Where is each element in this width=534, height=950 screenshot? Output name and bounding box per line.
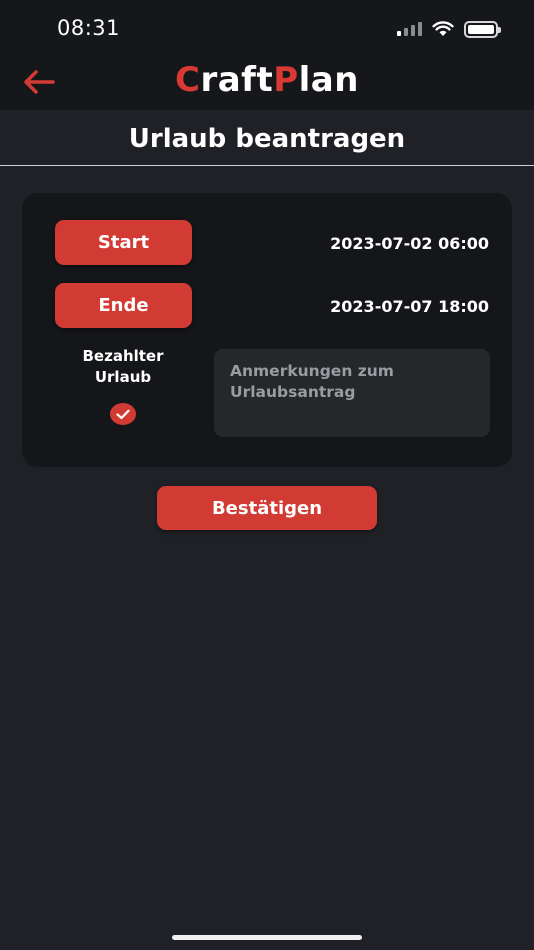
- top-bar: 08:31 CraftPlan: [0, 0, 534, 110]
- end-button[interactable]: Ende: [55, 283, 192, 328]
- wifi-icon: [432, 21, 454, 36]
- confirm-button[interactable]: Bestätigen: [157, 486, 377, 530]
- page-title: Urlaub beantragen: [128, 124, 406, 154]
- status-icons: [397, 18, 501, 40]
- checkmark-icon: [116, 409, 130, 419]
- paid-vacation-checkbox[interactable]: [110, 403, 136, 425]
- app-logo: CraftPlan: [175, 60, 359, 100]
- title-divider: [0, 165, 534, 166]
- status-time: 08:31: [57, 16, 121, 40]
- battery-icon: [464, 20, 501, 38]
- start-button[interactable]: Start: [55, 220, 192, 265]
- notes-textarea[interactable]: [214, 349, 490, 437]
- end-datetime: 2023-07-07 18:00: [330, 297, 489, 316]
- vacation-request-card: Start 2023-07-02 06:00 Ende 2023-07-07 1…: [22, 193, 512, 467]
- paid-vacation-label: Bezahlter Urlaub: [82, 347, 164, 386]
- start-datetime: 2023-07-02 06:00: [330, 234, 489, 253]
- home-indicator: [172, 935, 362, 940]
- signal-icon: [397, 22, 422, 36]
